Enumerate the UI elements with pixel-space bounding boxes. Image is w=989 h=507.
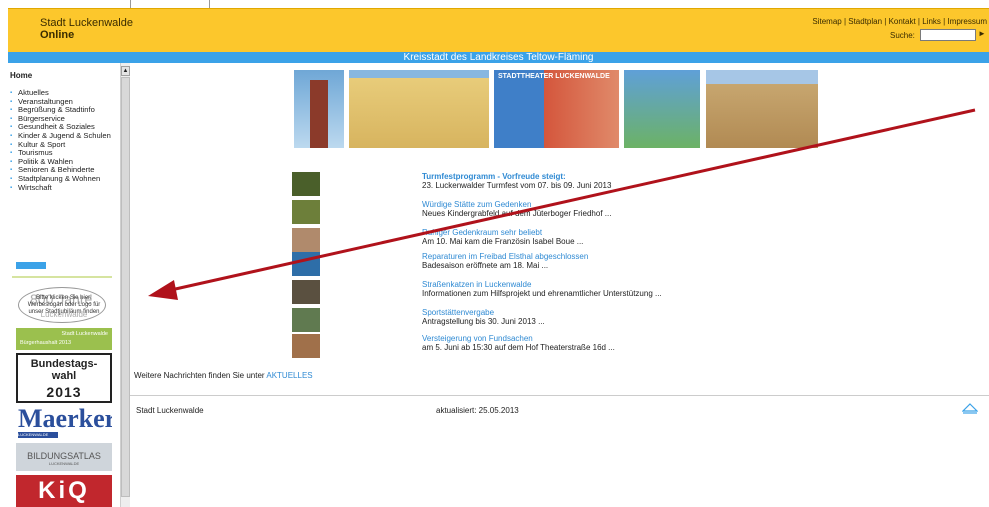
news-item: Turmfestprogramm - Vorfreude steigt: 23.… [292,172,742,198]
news-title[interactable]: Würdige Stätte zum Gedenken [422,200,531,209]
more-news: Weitere Nachrichten finden Sie unter AKT… [134,371,313,380]
news-thumb[interactable] [292,228,320,252]
news-title[interactable]: Versteigerung von Fundsachen [422,334,533,343]
news-desc: Informationen zum Hilfsprojekt und ehren… [422,289,662,298]
news-title[interactable]: Sportstättenvergabe [422,308,494,317]
banner-wahl-line2: wahl [51,370,77,382]
banner-800-bottom: Luckenwalde [40,310,88,319]
back-to-top-icon[interactable] [962,403,978,415]
sidebar-blue-button[interactable] [16,262,46,269]
sidebar: Home Aktuelles Veranstaltungen Begrüßung… [8,63,120,507]
scroll-up-arrow-icon[interactable]: ▲ [121,66,130,76]
news-desc: am 5. Juni ab 15:30 auf dem Hof Theaters… [422,343,615,352]
search-go-icon[interactable]: ► [978,29,988,41]
news-thumb[interactable] [292,172,320,196]
annotation-arrowhead [148,280,178,300]
news-desc: Am 10. Mai kam die Französin Isabel Boue… [422,237,584,246]
scroll-thumb[interactable] [121,77,130,497]
news-thumb[interactable] [292,200,320,224]
top-links[interactable]: Sitemap | Stadtplan | Kontakt | Links | … [812,17,987,26]
banner-haushalt-bottom: Bürgerhaushalt 2013 [20,340,72,346]
banner-haushalt-top: Stadt Luckenwalde [61,331,108,337]
banner-buergerhaushalt[interactable]: Stadt Luckenwalde Bürgerhaushalt 2013 [16,328,112,350]
site-header: Stadt Luckenwalde Online Sitemap | Stadt… [8,8,989,52]
sidebar-home-link[interactable]: Home [10,71,32,80]
footer-site-name: Stadt Luckenwalde [136,406,204,415]
news-desc: Badesaison eröffnete am 18. Mai ... [422,261,549,270]
top-strip [0,0,989,8]
banner-kiq[interactable]: KiQ [16,475,112,507]
brand-line1[interactable]: Stadt Luckenwalde [40,17,133,29]
banner-maerker-logo: Maerker [18,404,112,433]
brand-line2[interactable]: Online [40,29,74,41]
aktuelles-link[interactable]: AKTUELLES [266,371,312,380]
news-thumb[interactable] [292,252,320,276]
news-title[interactable]: Reparaturen im Freibad Elsthal abgeschlo… [422,252,588,261]
news-title[interactable]: Ruhiger Gedenkraum sehr beliebt [422,228,542,237]
news-thumb[interactable] [292,308,320,332]
search-input[interactable] [920,29,976,41]
news-item: Würdige Stätte zum Gedenken Neues Kinder… [292,200,742,226]
banner-800-jahre[interactable]: 800 Jahre Bitte klicken Sie hier! Werbes… [16,283,112,327]
banner-atlas-title: BILDUNGSATLAS [27,451,101,461]
banner-bundestagswahl[interactable]: Bundestags- wahl 2013 [16,353,112,403]
sidebar-item-wirtschaft[interactable]: Wirtschaft [10,183,114,193]
top-tab [130,0,210,8]
banner-kiq-logo: KiQ [38,477,90,504]
news-desc: Antragstellung bis 30. Juni 2013 ... [422,317,545,326]
search-label: Suche: [890,31,915,40]
tagline-bar: Kreisstadt des Landkreises Teltow-Flämin… [8,52,989,63]
banner-wahl-line1: Bundestags- [30,358,98,370]
sidebar-nav: Aktuelles Veranstaltungen Begrüßung & St… [10,88,114,193]
news-thumb[interactable] [292,334,320,358]
photo-waterslide[interactable] [624,70,700,148]
news-item: Sportstättenvergabe Antragstellung bis 3… [292,308,742,334]
banner-maerker-sub: LUCKENWALDE [18,432,58,438]
news-item: Versteigerung von Fundsachen am 5. Juni … [292,334,742,360]
news-item: Ruhiger Gedenkraum sehr beliebt Am 10. M… [292,228,742,254]
news-desc: Neues Kindergrabfeld auf dem Jüterboger … [422,209,612,218]
more-news-text: Weitere Nachrichten finden Sie unter [134,371,265,380]
news-title[interactable]: Turmfestprogramm - Vorfreude steigt: [422,172,566,181]
news-item: Reparaturen im Freibad Elsthal abgeschlo… [292,252,742,278]
news-title[interactable]: Straßenkatzen in Luckenwalde [422,280,531,289]
news-thumb[interactable] [292,280,320,304]
sidebar-scrollbar[interactable]: ▲ [120,63,130,507]
photo-tower[interactable] [294,70,344,148]
banner-atlas-sub: LUCKENWALDE [48,461,80,466]
photo-station[interactable] [706,70,818,148]
banner-bildungsatlas[interactable]: BILDUNGSATLAS LUCKENWALDE [16,443,112,471]
news-item: Straßenkatzen in Luckenwalde Information… [292,280,742,306]
news-desc: 23. Luckenwalder Turmfest vom 07. bis 09… [422,181,612,190]
theater-caption: STADTTHEATER LUCKENWALDE [498,73,610,80]
sidebar-divider [12,276,112,278]
banner-maerker[interactable]: Maerker LUCKENWALDE [16,404,112,440]
footer-divider [130,395,989,396]
banner-wahl-year: 2013 [46,384,82,400]
photo-stadttheater[interactable]: STADTTHEATER LUCKENWALDE [494,70,619,148]
photo-town-hall[interactable] [349,70,489,148]
footer-updated: aktualisiert: 25.05.2013 [436,406,519,415]
